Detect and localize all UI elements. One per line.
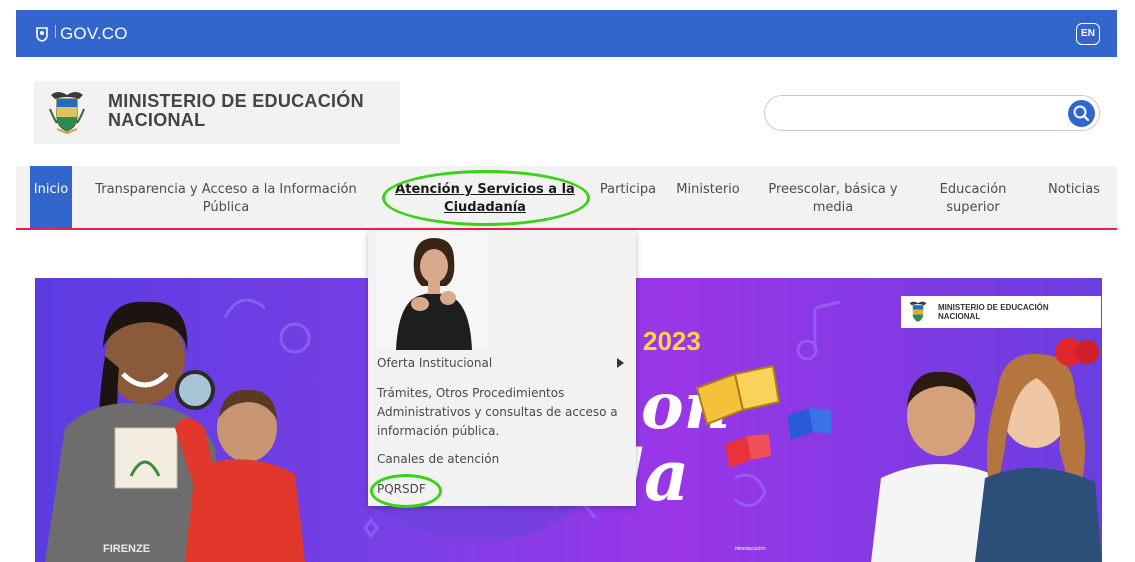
sign-language-interpreter-image	[376, 232, 488, 350]
search-box	[764, 95, 1100, 131]
search-button[interactable]	[1068, 100, 1095, 127]
coat-of-arms-icon	[909, 301, 927, 322]
search-icon	[1073, 105, 1090, 122]
nav-item-inicio[interactable]: Inicio	[30, 166, 72, 228]
caret-right-icon	[617, 358, 624, 368]
menu-item-tramites[interactable]: Trámites, Otros Procedimientos Administr…	[377, 384, 632, 441]
gov-bar: GOV.CO EN	[16, 10, 1117, 57]
govco-logo[interactable]: GOV.CO	[35, 24, 128, 44]
ministry-name: MINISTERIO DE EDUCACIÓN NACIONAL	[108, 92, 398, 130]
coat-of-arms-icon	[49, 92, 85, 135]
banner-logo-text: MINISTERIO DE EDUCACIÓN NACIONAL	[938, 303, 1098, 321]
nav-item-participa[interactable]: Participa	[594, 166, 662, 228]
nav-item-ministerio[interactable]: Ministerio	[670, 166, 746, 228]
ministry-brand[interactable]: MINISTERIO DE EDUCACIÓN NACIONAL	[34, 81, 400, 144]
menu-item-label: Administrativos y consultas de acceso a	[377, 405, 618, 419]
banner-ministry-logo: MINISTERIO DE EDUCACIÓN NACIONAL	[901, 296, 1101, 328]
ministry-name-line2: NACIONAL	[108, 110, 206, 130]
nav-item-label: Inicio	[33, 182, 69, 197]
menu-item-label: Oferta Institucional	[377, 356, 493, 370]
nav-item-label: Atención y Servicios a la	[395, 182, 575, 197]
menu-item-label: información pública.	[377, 424, 500, 438]
nav-item-label: Noticias	[1048, 182, 1100, 197]
nav-item-label: Educación	[939, 182, 1007, 197]
govco-logo-text: GOV.CO	[60, 24, 128, 43]
nav-item-label: media	[812, 200, 854, 215]
menu-item-label: Canales de atención	[377, 452, 500, 466]
banner-logo-line2: NACIONAL	[938, 312, 981, 321]
nav-item-noticias[interactable]: Noticias	[1040, 166, 1108, 228]
shirt-text: FIRENZE	[103, 543, 150, 555]
svg-text:mineducación: mineducación	[735, 546, 766, 552]
menu-item-oferta-institucional[interactable]: Oferta Institucional	[377, 354, 492, 373]
govco-shield-icon	[36, 27, 48, 42]
language-button[interactable]: EN	[1076, 23, 1100, 45]
banner-logo-line1: MINISTERIO DE EDUCACIÓN	[938, 303, 1049, 312]
nav-item-preescolar[interactable]: Preescolar, básica y media	[760, 166, 906, 228]
nav-item-label: Transparencia y Acceso a la Información	[95, 182, 357, 197]
nav-item-label: Preescolar, básica y	[768, 182, 898, 197]
menu-item-label: Trámites, Otros Procedimientos	[377, 386, 565, 400]
menu-item-pqrsdf[interactable]: PQRSDF	[377, 480, 426, 499]
page: GOV.CO EN MINISTERIO DE EDUCACIÓN NACION…	[0, 0, 1135, 562]
main-nav: Inicio Transparencia y Acceso a la Infor…	[16, 166, 1117, 230]
menu-item-label: PQRSDF	[377, 482, 426, 496]
nav-item-atencion-ciudadania[interactable]: Atención y Servicios a la Ciudadanía	[380, 166, 590, 228]
nav-item-label: Ciudadanía	[444, 200, 526, 215]
ministry-name-line1: MINISTERIO DE EDUCACIÓN	[108, 91, 364, 111]
atencion-dropdown-menu: Oferta Institucional Trámites, Otros Pro…	[368, 230, 636, 506]
banner-year: 2023	[643, 326, 701, 356]
nav-item-label: Pública	[202, 200, 250, 215]
nav-item-label: superior	[946, 200, 1000, 215]
menu-item-canales-atencion[interactable]: Canales de atención	[377, 450, 499, 469]
nav-item-transparencia[interactable]: Transparencia y Acceso a la Información …	[82, 166, 370, 228]
nav-item-educacion-superior[interactable]: Educación superior	[928, 166, 1018, 228]
nav-item-label: Participa	[599, 182, 657, 197]
govco-separator	[55, 24, 56, 38]
interpreter-photo	[376, 232, 488, 350]
nav-item-label: Ministerio	[676, 182, 740, 197]
search-input[interactable]	[779, 102, 1059, 126]
